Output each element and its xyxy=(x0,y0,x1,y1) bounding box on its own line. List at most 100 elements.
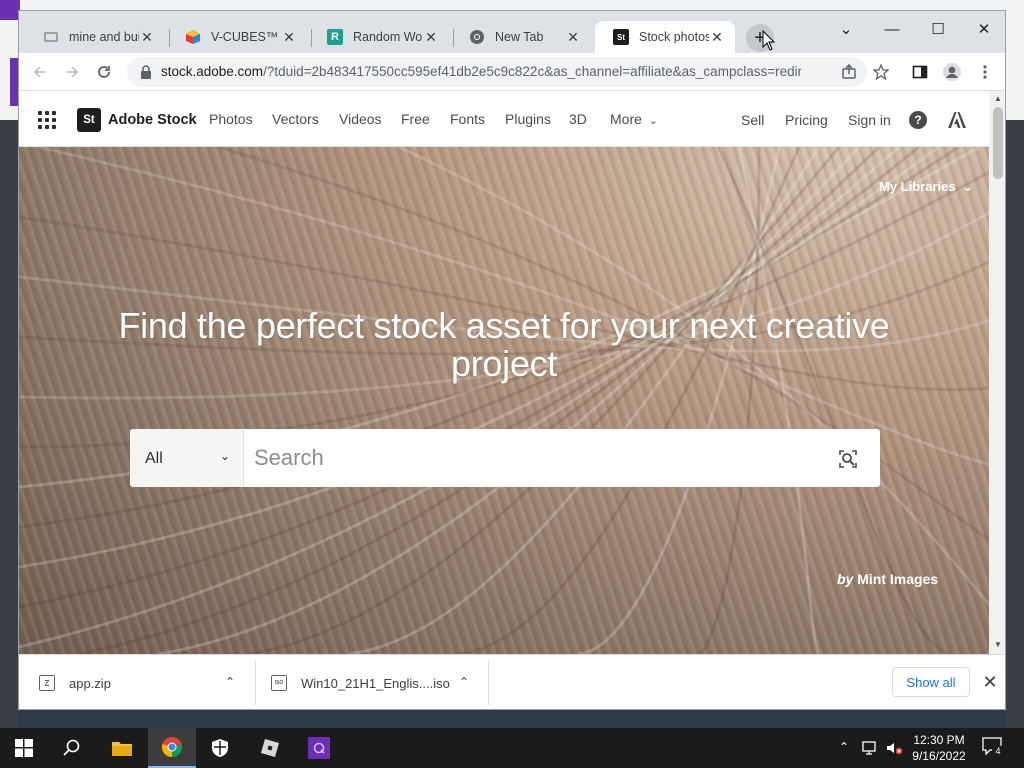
browser-toolbar: stock.adobe.com/?tduid=2b483417550cc595e… xyxy=(19,53,1005,91)
credit-author: Mint Images xyxy=(857,571,939,587)
visual-search-icon[interactable] xyxy=(838,449,858,469)
forward-button[interactable] xyxy=(58,59,86,85)
maximize-button[interactable]: ☐ xyxy=(915,15,961,43)
chevron-down-icon: ⌄ xyxy=(220,449,231,463)
nav-link-fonts[interactable]: Fonts xyxy=(450,111,485,127)
search-taskbar-button[interactable] xyxy=(48,728,96,768)
download-divider xyxy=(488,661,489,705)
show-all-button[interactable]: Show all xyxy=(892,667,970,697)
maximize-icon: ☐ xyxy=(931,21,945,38)
kebab-menu-icon xyxy=(983,65,987,79)
chrome-menu-button[interactable] xyxy=(971,59,999,85)
tab-search-button[interactable]: ⌄ xyxy=(823,15,869,43)
volume-muted-icon[interactable] xyxy=(885,740,903,756)
share-button[interactable] xyxy=(835,59,863,85)
chrome-taskbar-button[interactable] xyxy=(148,728,196,768)
nav-link-more[interactable]: More ⌄ xyxy=(610,111,658,127)
search-icon xyxy=(63,739,80,756)
tab-v-cubes[interactable]: V-CUBES™ - C ✕ xyxy=(167,21,307,53)
url-text[interactable]: stock.adobe.com/?tduid=2b483417550cc595e… xyxy=(161,64,801,79)
nav-link-pricing[interactable]: Pricing xyxy=(785,112,828,128)
mouse-cursor-icon xyxy=(762,30,776,51)
scroll-down-icon[interactable]: ▼ xyxy=(993,640,1003,650)
close-downloads-icon[interactable]: ✕ xyxy=(981,672,999,693)
nav-link-3d[interactable]: 3D xyxy=(569,111,587,127)
file-explorer-button[interactable] xyxy=(98,728,146,768)
brand-name: Adobe Stock xyxy=(108,112,197,128)
shield-icon xyxy=(212,739,228,757)
purple-app-icon xyxy=(308,737,330,759)
roblox-taskbar-button[interactable] xyxy=(246,728,294,768)
side-panel-button[interactable] xyxy=(906,59,934,85)
my-libraries-dropdown[interactable]: My Libraries ⌄ xyxy=(879,179,973,195)
back-button[interactable] xyxy=(26,59,54,85)
download-item-win10-iso[interactable]: ISO Win10_21H1_Englis....iso xyxy=(271,663,486,703)
chevron-up-icon[interactable]: ⌃ xyxy=(839,740,849,754)
tab-random-word[interactable]: R Random Word ✕ xyxy=(309,21,449,53)
nav-link-videos[interactable]: Videos xyxy=(339,111,382,127)
windows-logo-icon xyxy=(15,739,33,757)
notification-count-badge: 4 xyxy=(992,745,1004,757)
image-credit[interactable]: by Mint Images xyxy=(837,571,938,587)
network-icon[interactable] xyxy=(862,740,880,756)
close-tab-icon[interactable]: ✕ xyxy=(709,29,725,46)
close-tab-icon[interactable]: ✕ xyxy=(281,29,297,46)
clock-time: 12:30 PM xyxy=(913,733,965,747)
page-scrollbar[interactable]: ▲ ▼ xyxy=(989,91,1005,654)
download-file-name: Win10_21H1_Englis....iso xyxy=(301,675,450,691)
url-host: stock.adobe.com xyxy=(161,64,264,79)
search-scope-dropdown[interactable]: All ⌄ xyxy=(130,429,244,487)
iso-file-icon: ISO xyxy=(271,675,287,691)
url-path: /?tduid=2b483417550cc595ef41db2e5c9c822c… xyxy=(263,64,801,79)
minimize-button[interactable]: — xyxy=(869,15,915,43)
nav-link-more-label: More xyxy=(610,111,642,127)
system-clock[interactable]: 12:30 PM 9/16/2022 xyxy=(905,732,973,764)
chevron-up-icon[interactable]: ⌃ xyxy=(459,675,469,689)
roblox-icon xyxy=(261,739,279,757)
help-icon[interactable]: ? xyxy=(909,111,927,129)
zip-file-icon: Z xyxy=(39,675,55,691)
lock-icon xyxy=(141,65,151,79)
chevron-down-icon: ⌄ xyxy=(962,179,974,194)
star-icon xyxy=(873,64,889,80)
brand-logo-link[interactable]: St Adobe Stock xyxy=(77,108,197,132)
close-tab-icon[interactable]: ✕ xyxy=(423,29,439,46)
adobe-logo-icon[interactable] xyxy=(948,111,966,129)
sign-in-link[interactable]: Sign in xyxy=(848,112,891,128)
start-button[interactable] xyxy=(0,728,48,768)
close-tab-icon[interactable]: ✕ xyxy=(139,29,155,46)
share-icon xyxy=(842,64,856,79)
hero-banner: My Libraries ⌄ Find the perfect stock as… xyxy=(19,147,989,654)
nav-link-vectors[interactable]: Vectors xyxy=(272,111,319,127)
scroll-up-icon[interactable]: ▲ xyxy=(993,94,1003,104)
tab-new-tab[interactable]: New Tab ✕ xyxy=(451,21,591,53)
bookmark-button[interactable] xyxy=(867,59,895,85)
background-window-edge-right xyxy=(1006,120,1024,728)
chevron-up-icon[interactable]: ⌃ xyxy=(225,675,235,689)
scrollbar-thumb[interactable] xyxy=(993,107,1003,179)
app-switcher-icon[interactable] xyxy=(38,111,56,129)
folder-icon xyxy=(112,742,132,756)
adobe-stock-favicon: St xyxy=(613,29,629,45)
reload-icon xyxy=(98,66,110,78)
nav-link-plugins[interactable]: Plugins xyxy=(505,111,551,127)
search-bar: All ⌄ xyxy=(130,429,880,487)
profile-button[interactable] xyxy=(938,59,966,85)
tab-title: V-CUBES™ - C xyxy=(211,30,281,44)
reload-button[interactable] xyxy=(90,59,118,85)
close-tab-icon[interactable]: ✕ xyxy=(565,29,581,46)
tab-mine-and-build[interactable]: mine and buil ✕ xyxy=(25,21,165,53)
tab-stock-photos[interactable]: St Stock photos, ✕ xyxy=(595,21,735,53)
background-window-edge-left xyxy=(0,120,18,728)
nav-link-free[interactable]: Free xyxy=(401,111,430,127)
app-taskbar-button[interactable] xyxy=(295,728,343,768)
download-item-app-zip[interactable]: Z app.zip xyxy=(39,663,254,703)
notifications-button[interactable]: 4 xyxy=(982,737,1006,759)
close-window-button[interactable]: ✕ xyxy=(961,15,1005,43)
search-input[interactable] xyxy=(254,439,814,477)
address-bar[interactable]: stock.adobe.com/?tduid=2b483417550cc595e… xyxy=(127,57,867,87)
security-taskbar-button[interactable] xyxy=(196,728,244,768)
nav-link-photos[interactable]: Photos xyxy=(209,111,253,127)
nav-link-sell[interactable]: Sell xyxy=(741,112,764,128)
adobe-stock-navbar: St Adobe Stock Photos Vectors Videos Fre… xyxy=(19,91,989,147)
